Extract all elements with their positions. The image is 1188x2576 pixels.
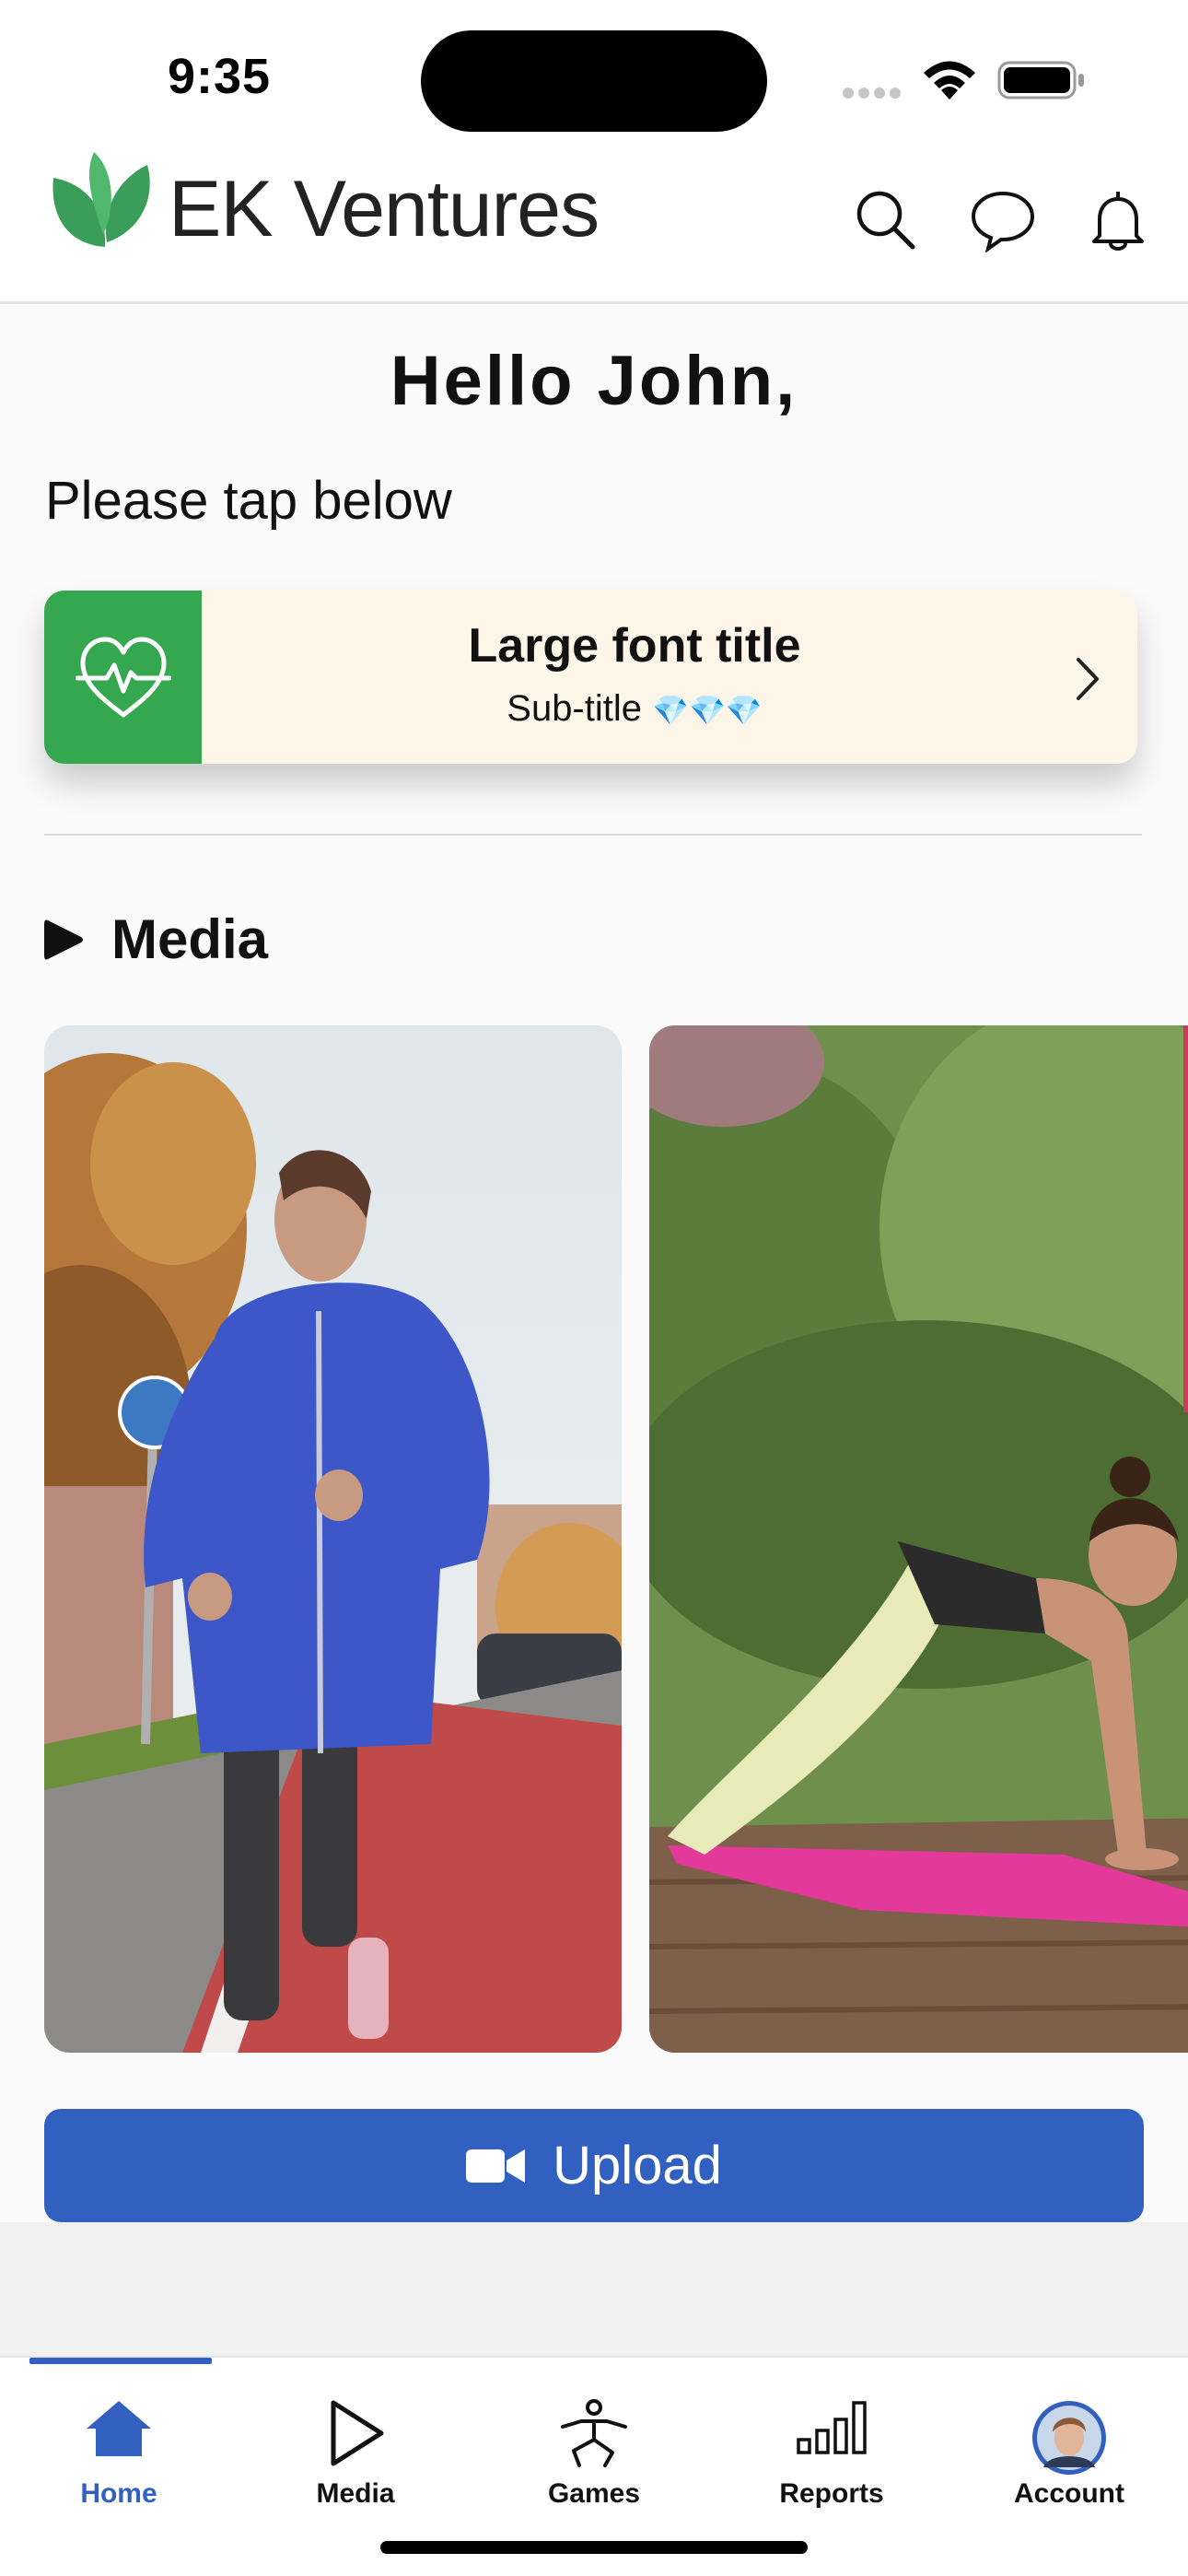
home-icon [87,2401,151,2456]
cellular-signal-icon [843,87,905,103]
tab-home-label: Home [80,2478,157,2509]
play-icon [331,2400,384,2466]
card-subtitle: Sub-title 💎💎💎 [202,688,1067,730]
status-time: 9:35 [168,49,272,104]
active-tab-indicator [29,2358,212,2364]
play-icon [44,919,83,960]
card-title: Large font title [468,619,801,673]
greeting-heading: Hello John, [390,342,798,420]
status-bar: 9:35 [0,0,1188,138]
app-header: EK Ventures [0,138,1188,304]
upload-button-label: Upload [553,2136,722,2195]
content-spacer [0,2222,1188,2356]
bar-chart-icon [797,2401,867,2454]
battery-icon [997,61,1084,100]
section-divider [44,834,1142,836]
card-icon-tile [44,591,202,764]
gem-badges-icon: 💎💎💎 [652,694,763,727]
tab-reports[interactable]: Reports [726,2381,938,2519]
dynamic-island [421,30,767,132]
chevron-right-icon[interactable] [1071,656,1104,702]
media-carousel[interactable] [44,1025,1188,2053]
avatar [1032,2401,1106,2475]
bell-icon[interactable] [1085,186,1151,252]
tab-account[interactable]: Account [963,2381,1175,2519]
home-indicator[interactable] [380,2541,808,2554]
chat-bubble-icon[interactable] [970,186,1036,252]
yoga-woman-image [649,1025,1188,2053]
video-camera-icon [466,2149,526,2183]
brand-name: EK Ventures [169,165,600,253]
feature-card[interactable]: Large font title Sub-title 💎💎💎 [44,591,1137,764]
tab-games[interactable]: Games [488,2381,700,2519]
card-subtitle-text: Sub-title [507,688,643,729]
tab-home[interactable]: Home [13,2381,225,2519]
leaf-logo-icon [52,152,150,247]
tab-games-label: Games [547,2478,641,2509]
tab-media-label: Media [316,2478,395,2509]
media-tile-running[interactable] [44,1025,622,2053]
games-figure-icon [561,2399,627,2467]
media-section-title: Media [111,908,269,970]
tab-media[interactable]: Media [250,2381,461,2519]
tab-reports-label: Reports [779,2478,884,2509]
search-icon[interactable] [852,186,918,252]
heart-pulse-icon [76,637,171,718]
running-woman-image [44,1025,622,2053]
media-tile-yoga[interactable] [649,1025,1188,2053]
upload-button[interactable]: Upload [44,2109,1144,2222]
tab-account-label: Account [1014,2478,1124,2509]
tap-prompt: Please tap below [45,471,452,531]
wifi-icon [924,61,975,100]
